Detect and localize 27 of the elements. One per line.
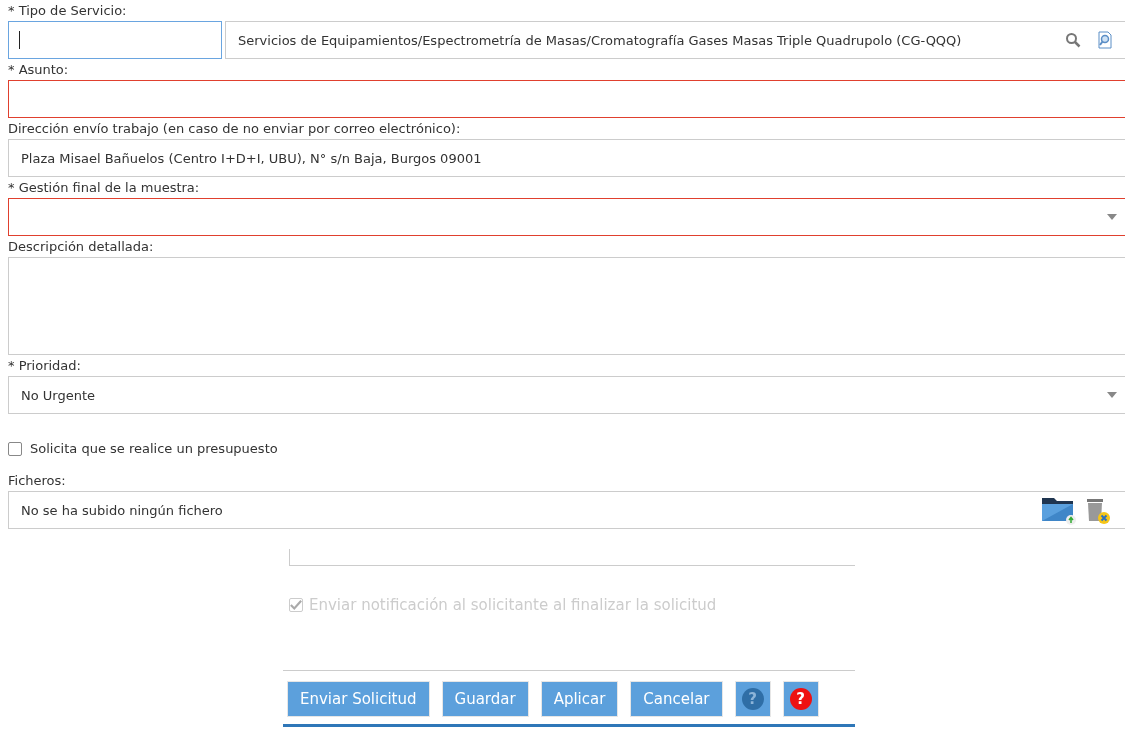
document-search-icon[interactable] bbox=[1097, 31, 1113, 49]
folder-upload-icon[interactable] bbox=[1041, 495, 1077, 525]
action-button[interactable]: Guardar bbox=[441, 681, 529, 717]
files-field: No se ha subido ningún fichero bbox=[8, 491, 1125, 529]
checkbox-label: Solicita que se realice un presupuesto bbox=[30, 441, 278, 456]
field-label: * Gestión final de la muestra: bbox=[8, 179, 201, 197]
caret-icon bbox=[1107, 392, 1117, 398]
dropdown-field[interactable]: No Urgente bbox=[8, 376, 1125, 414]
caret-icon bbox=[1107, 214, 1117, 220]
help-button[interactable]: ? bbox=[734, 681, 771, 717]
checkbox[interactable] bbox=[8, 441, 22, 456]
action-button[interactable]: Cancelar bbox=[630, 681, 723, 717]
field-label: Dirección envío trabajo (en caso de no enviar por correo electrónico): bbox=[8, 120, 462, 138]
field-label: Descripción detallada: bbox=[8, 238, 155, 256]
text-field[interactable]: Plaza Misael Bañuelos (Centro I+D+I, UBU), N° s/n Baja, Burgos 09001 bbox=[8, 139, 1125, 177]
field-label: * Tipo de Servicio: bbox=[8, 2, 128, 20]
action-button[interactable]: Aplicar bbox=[540, 681, 619, 717]
dropdown-field[interactable] bbox=[8, 198, 1125, 236]
field-label: * Prioridad: bbox=[8, 357, 82, 375]
help-button[interactable]: ? bbox=[782, 681, 819, 717]
action-button[interactable]: Enviar Solicitud bbox=[287, 681, 430, 717]
field-label: Ficheros: bbox=[8, 472, 67, 490]
field-label: * Asunto: bbox=[8, 61, 70, 79]
text-field[interactable] bbox=[8, 80, 1125, 118]
search-icon[interactable] bbox=[1065, 32, 1081, 48]
service-field[interactable]: Servicios de Equipamientos/Espectrometría de Masas/Cromatografía Gases Masas Triple Quadrupolo (CG-QQQ) bbox=[225, 21, 1125, 59]
code-field[interactable] bbox=[8, 21, 222, 59]
